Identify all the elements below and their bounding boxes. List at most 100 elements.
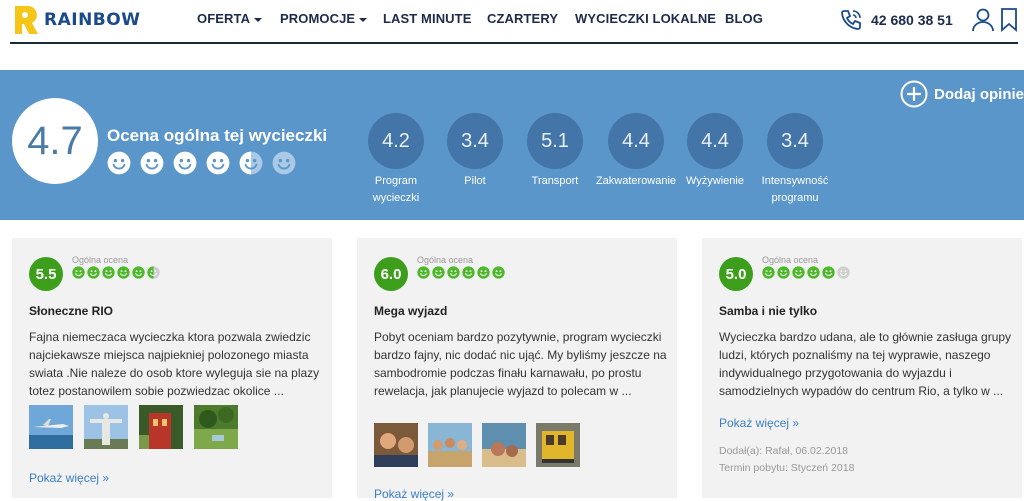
review-photos: [29, 405, 238, 449]
nav-wycieczki-lokalne[interactable]: WYCIECZKI LOKALNE: [575, 11, 716, 26]
category-label: Pilot: [464, 175, 486, 187]
category-score: 4.4: [687, 113, 743, 169]
rainbow-logo-mark: [15, 6, 38, 34]
review-title: Słoneczne RIO: [29, 304, 114, 318]
smiley-face-icon: [147, 266, 160, 279]
smiley-face-icon: [272, 151, 296, 175]
review-card: 5.5 Ogólna ocena Słoneczne RIO Fajna nie…: [12, 238, 332, 498]
smiley-face-icon: [87, 266, 100, 279]
nav-blog[interactable]: BLOG: [725, 11, 763, 26]
nav-oferta[interactable]: OFERTA: [197, 11, 263, 26]
category-zakwaterowanie: 4.4 Zakwaterowanie: [595, 113, 677, 190]
show-more-link[interactable]: Pokaż więcej »: [374, 487, 454, 501]
smiley-face-icon: [117, 266, 130, 279]
category-label: Program wycieczki: [372, 175, 420, 204]
user-icon[interactable]: [972, 8, 994, 32]
review-meta: Dodał(a): Rafał, 06.02.2018 Termin pobyt…: [719, 443, 854, 477]
review-text: Pobyt oceniam bardzo pozytywnie, program…: [374, 330, 667, 398]
review-score-label: Ogólna ocena: [762, 255, 819, 265]
smiley-face-icon: [477, 266, 490, 279]
smiley-face-icon: [107, 151, 131, 175]
phone-icon: [841, 10, 861, 30]
smiley-face-icon: [417, 266, 430, 279]
plus-circle-icon: [900, 80, 928, 108]
rainbow-logo[interactable]: RAINBOW: [12, 4, 140, 36]
group-photo[interactable]: [428, 423, 472, 467]
review-photos: [374, 423, 580, 467]
smiley-face-icon: [132, 266, 145, 279]
category-score: 5.1: [527, 113, 583, 169]
review-stay-term: Termin pobytu: Styczeń 2018: [719, 462, 855, 474]
category-label: Transport: [531, 175, 579, 187]
smiley-face-icon: [102, 266, 115, 279]
top-navigation: RAINBOW OFERTA PROMOCJE LAST MINUTE CZAR…: [0, 0, 1024, 42]
review-card: 5.0 Ogólna ocena Samba i nie tylko Wycie…: [702, 238, 1022, 498]
beach-photo[interactable]: [482, 423, 526, 467]
add-opinion-button[interactable]: Dodaj opinie: [900, 80, 1024, 108]
review-smiley-rating: [762, 266, 850, 279]
smiley-face-icon: [792, 266, 805, 279]
review-score-label: Ogólna ocena: [417, 255, 474, 265]
nav-last-minute[interactable]: LAST MINUTE: [383, 11, 471, 26]
smiley-face-icon: [140, 151, 164, 175]
red-building-photo[interactable]: [139, 405, 183, 449]
garden-photo[interactable]: [194, 405, 238, 449]
review-score: 6.0: [374, 257, 408, 291]
add-opinion-label: Dodaj opinie: [934, 85, 1024, 103]
review-text: Wycieczka bardzo udana, ale to głównie z…: [719, 330, 1012, 398]
show-more-link[interactable]: Pokaż więcej »: [719, 416, 799, 430]
review-author-date: Dodał(a): Rafał, 06.02.2018: [719, 445, 848, 457]
review-score-label: Ogólna ocena: [72, 255, 129, 265]
overall-score-label: Ocena ogólna tej wycieczki: [107, 126, 328, 145]
seaplane-photo[interactable]: [29, 405, 73, 449]
review-text: Fajna niemeczaca wycieczka ktora pozwala…: [29, 330, 320, 398]
nav-czartery[interactable]: CZARTERY: [487, 11, 558, 26]
category-label: Wyżywienie: [686, 175, 744, 187]
review-score: 5.5: [29, 257, 63, 291]
bookmark-icon[interactable]: [1000, 8, 1018, 32]
review-title: Samba i nie tylko: [719, 304, 818, 318]
brand-name: RAINBOW: [44, 10, 141, 30]
smiley-face-icon: [762, 266, 775, 279]
category-score: 3.4: [447, 113, 503, 169]
category-label: Intensywność programu: [761, 175, 829, 204]
smiley-face-icon: [462, 266, 475, 279]
smiley-face-icon: [837, 266, 850, 279]
review-score: 5.0: [719, 257, 753, 291]
smiley-face-icon: [206, 151, 230, 175]
smiley-face-icon: [239, 151, 263, 175]
category-intensywnosc: 3.4 Intensywność programu: [755, 113, 835, 207]
review-card: 6.0 Ogólna ocena Mega wyjazd Pobyt oceni…: [357, 238, 677, 501]
nav-divider: [10, 42, 1018, 44]
category-score: 3.4: [767, 113, 823, 169]
category-program: 4.2 Program wycieczki: [356, 113, 436, 207]
chevron-down-icon: [359, 17, 368, 22]
chevron-down-icon: [254, 17, 263, 22]
smiley-face-icon: [807, 266, 820, 279]
phone-contact[interactable]: 42 680 38 51: [839, 8, 953, 32]
review-smiley-rating: [72, 266, 160, 279]
overall-score: 4.7: [12, 98, 98, 184]
smiley-face-icon: [777, 266, 790, 279]
show-more-link[interactable]: Pokaż więcej »: [29, 471, 109, 485]
smiley-face-icon: [432, 266, 445, 279]
smiley-face-icon: [492, 266, 505, 279]
smiley-face-icon: [822, 266, 835, 279]
category-wyzywienie: 4.4 Wyżywienie: [675, 113, 755, 190]
smiley-face-icon: [447, 266, 460, 279]
christ-statue-photo[interactable]: [84, 405, 128, 449]
phone-number: 42 680 38 51: [871, 12, 953, 28]
category-transport: 5.1 Transport: [515, 113, 595, 190]
category-pilot: 3.4 Pilot: [435, 113, 515, 190]
category-score: 4.4: [608, 113, 664, 169]
review-smiley-rating: [417, 266, 505, 279]
people-photo[interactable]: [374, 423, 418, 467]
smiley-face-icon: [173, 151, 197, 175]
tram-photo[interactable]: [536, 423, 580, 467]
category-score: 4.2: [368, 113, 424, 169]
review-title: Mega wyjazd: [374, 304, 448, 318]
nav-promocje[interactable]: PROMOCJE: [280, 11, 368, 26]
smiley-face-icon: [72, 266, 85, 279]
category-label: Zakwaterowanie: [595, 175, 677, 187]
overall-smiley-rating: [107, 151, 296, 175]
